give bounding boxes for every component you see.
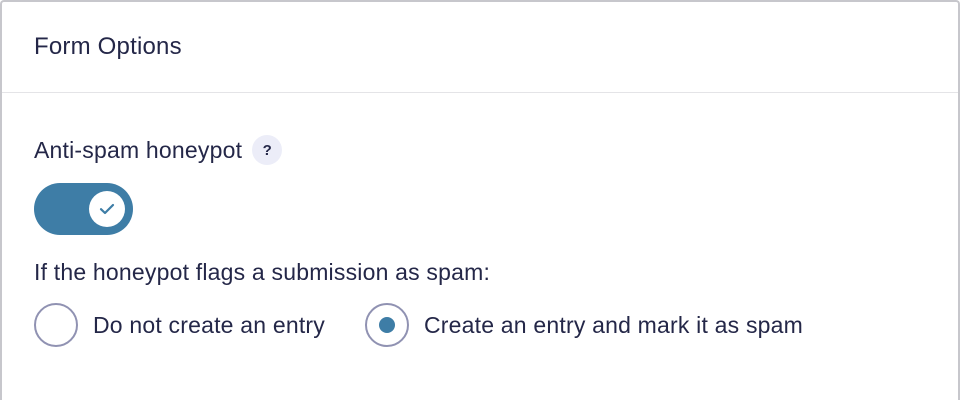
radio-button-mark-spam[interactable] xyxy=(364,303,409,347)
radio-option-mark-spam[interactable]: Create an entry and mark it as spam xyxy=(364,303,803,347)
radio-dot-selected xyxy=(378,317,395,333)
panel-body: Anti-spam honeypot ? If the honeypot fla… xyxy=(2,135,958,347)
checkmark-icon xyxy=(99,203,115,215)
honeypot-label: Anti-spam honeypot xyxy=(34,136,243,163)
form-options-panel: Form Options Anti-spam honeypot ? If the… xyxy=(0,0,960,400)
radio-button-no-entry[interactable] xyxy=(34,303,78,347)
help-icon[interactable]: ? xyxy=(252,135,283,165)
toggle-knob xyxy=(89,191,125,227)
panel-title: Form Options xyxy=(34,33,182,60)
radio-option-no-entry[interactable]: Do not create an entry xyxy=(34,303,325,347)
honeypot-toggle[interactable] xyxy=(34,183,133,235)
panel-header: Form Options xyxy=(2,2,958,93)
radio-label-no-entry: Do not create an entry xyxy=(93,311,325,338)
radio-label-mark-spam: Create an entry and mark it as spam xyxy=(423,311,803,338)
spam-action-label: If the honeypot flags a submission as sp… xyxy=(34,259,491,285)
spam-action-radio-group: Do not create an entry Create an entry a… xyxy=(34,303,958,347)
honeypot-setting-row: Anti-spam honeypot ? xyxy=(34,135,958,165)
